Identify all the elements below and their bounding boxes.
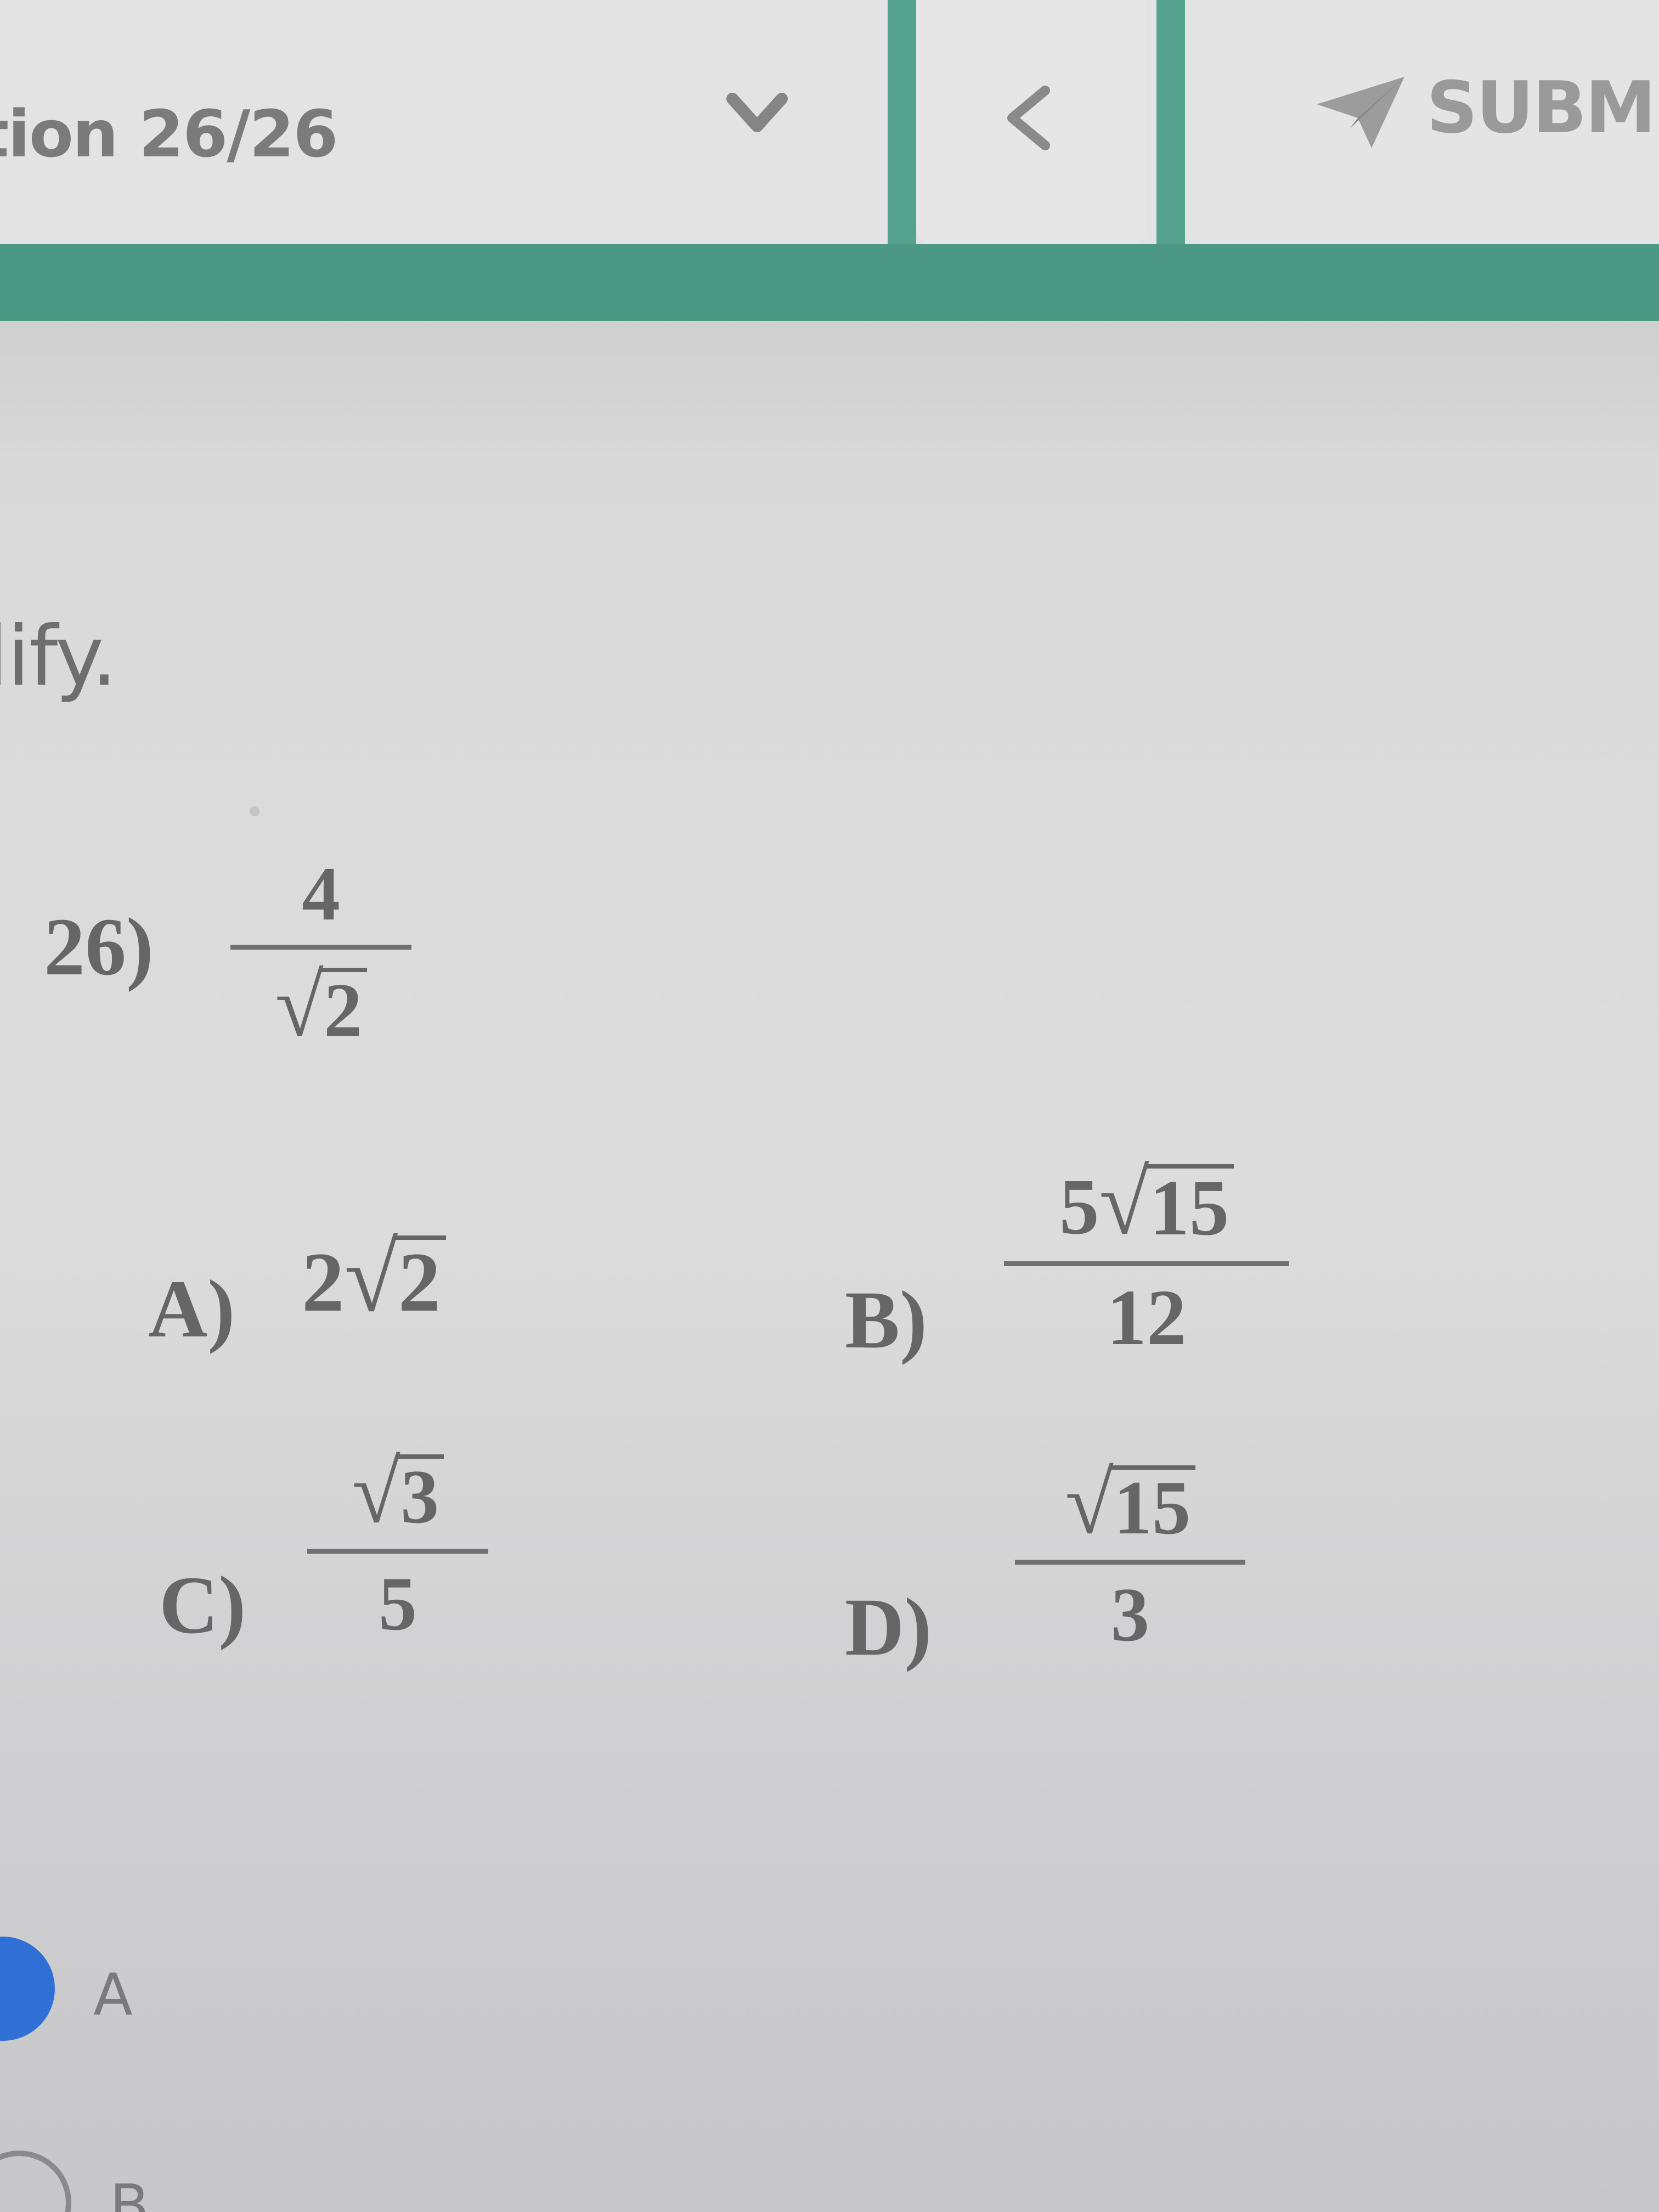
- previous-question-button[interactable]: [916, 0, 1147, 244]
- option-a-sqrt: √ 2: [345, 1229, 446, 1327]
- radicand: 2: [319, 968, 367, 1049]
- option-c-expression: √ 3 5: [307, 1448, 488, 1643]
- option-b-radicand: 15: [1144, 1164, 1234, 1248]
- submit-label: SUBM: [1426, 66, 1656, 149]
- radical-sign: √: [275, 957, 324, 1054]
- submit-button[interactable]: SUBM: [1185, 0, 1659, 244]
- question-expression: 4 √ 2: [230, 856, 411, 1050]
- option-d-denominator: 3: [1111, 1572, 1149, 1657]
- option-a-radicand: 2: [393, 1235, 446, 1325]
- send-icon: [1317, 77, 1404, 148]
- question-counter: tion 26/26: [0, 96, 338, 172]
- option-c-numerator: √ 3: [352, 1443, 444, 1541]
- option-c-label: C): [159, 1560, 246, 1651]
- answer-a-radio[interactable]: [0, 1937, 55, 2041]
- radical-sign: √: [344, 1223, 398, 1332]
- option-c-radicand: 3: [396, 1454, 444, 1536]
- fraction-bar: [230, 945, 411, 950]
- radical-sign: √: [1099, 1152, 1149, 1254]
- option-d-expression: √ 15 3: [1015, 1459, 1245, 1654]
- chevron-down-icon: [726, 93, 788, 132]
- answer-b-radio[interactable]: [0, 2151, 71, 2212]
- question-denominator: √ 2: [275, 957, 367, 1054]
- option-b-sqrt: √ 15: [1099, 1152, 1234, 1254]
- fraction-bar: [307, 1549, 488, 1554]
- option-a-coefficient: 2: [302, 1235, 345, 1329]
- option-d-numerator: √ 15: [1065, 1459, 1195, 1548]
- answer-b-label[interactable]: B: [110, 2172, 149, 2212]
- divider: [1156, 0, 1185, 258]
- question-dropdown-toggle[interactable]: [719, 82, 795, 143]
- option-c-denominator: 5: [379, 1561, 417, 1646]
- option-d-label: D): [845, 1582, 932, 1673]
- header-shadow: [0, 321, 1659, 453]
- answer-a-label[interactable]: A: [93, 1961, 133, 2028]
- question-numerator: 4: [302, 851, 340, 936]
- chevron-left-icon: [1007, 86, 1050, 150]
- fraction-bar: [1004, 1261, 1289, 1266]
- option-b-expression: 5 √ 15 12: [1004, 1152, 1289, 1362]
- header-accent-band: [0, 244, 1659, 321]
- option-a-label: A): [148, 1263, 235, 1355]
- option-b-coefficient: 5: [1059, 1163, 1099, 1251]
- option-a-expression: 2 √ 2: [302, 1229, 446, 1331]
- fraction-bar: [1015, 1560, 1245, 1565]
- top-bar: tion 26/26 SUBM: [0, 0, 1659, 258]
- question-number: 26): [44, 901, 154, 992]
- stray-mark: [250, 806, 259, 816]
- radical-sign: √: [1065, 1454, 1114, 1552]
- radical-sign: √: [352, 1443, 400, 1541]
- option-b-label: B): [845, 1274, 927, 1365]
- option-d-radicand: 15: [1109, 1465, 1195, 1547]
- question-instruction: plify.: [0, 609, 117, 704]
- option-b-numerator: 5 √ 15: [1059, 1152, 1234, 1254]
- option-b-denominator: 12: [1107, 1273, 1187, 1362]
- divider: [888, 0, 916, 258]
- app-screen: tion 26/26 SUBM plify. 26) 4: [0, 0, 1659, 2212]
